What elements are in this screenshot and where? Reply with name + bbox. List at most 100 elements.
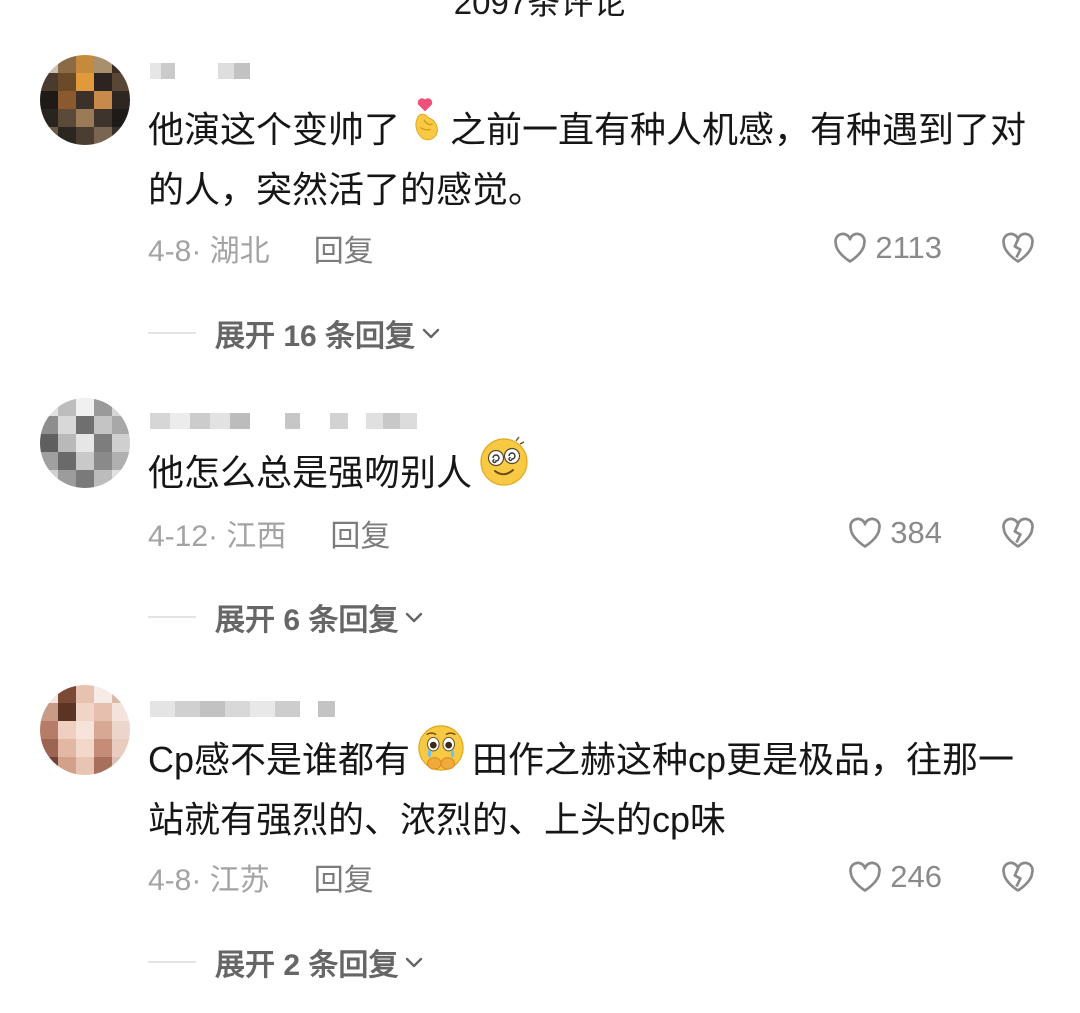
avatar[interactable] (40, 398, 130, 488)
chevron-down-icon (406, 957, 423, 968)
like-button[interactable]: 246 (846, 857, 942, 897)
avatar-mosaic-cell (112, 470, 130, 488)
avatar-mosaic-cell (58, 721, 76, 739)
dislike-button[interactable] (999, 228, 1039, 268)
avatar-mosaic-cell (40, 127, 58, 145)
comment-text-segment: Cp感不是谁都有 (148, 739, 411, 780)
comment-meta: 4-8· 湖北 回复 (148, 228, 374, 268)
username-redacted[interactable] (150, 412, 417, 430)
heart-outline-icon (834, 232, 867, 263)
divider (148, 961, 196, 963)
expand-replies-button[interactable]: 展开 16 条回复 (148, 313, 443, 353)
avatar-mosaic-cell (58, 739, 76, 757)
like-count: 246 (890, 859, 942, 894)
avatar-mosaic-cell (40, 757, 58, 775)
avatar-mosaic-cell (76, 398, 94, 416)
avatar-mosaic-cell (112, 416, 130, 434)
avatar-mosaic-cell (58, 703, 76, 721)
chevron-down-icon (422, 328, 440, 339)
username-redacted[interactable] (150, 62, 250, 80)
comment-text-segment: 他演这个变帅了 (148, 109, 401, 150)
dizzy-eyes-face-emoji (478, 435, 530, 505)
expand-replies-button[interactable]: 展开 2 条回复 (148, 942, 426, 982)
avatar-mosaic-cell (94, 91, 112, 109)
avatar-mosaic-cell (58, 73, 76, 91)
expand-replies-label: 展开 16 条回复 (215, 320, 416, 353)
avatar-mosaic-cell (40, 416, 58, 434)
like-count: 2113 (875, 230, 942, 265)
avatar-mosaic-cell (112, 703, 130, 721)
divider (148, 616, 196, 618)
username-redacted[interactable] (150, 700, 335, 718)
avatar-mosaic-cell (58, 416, 76, 434)
dislike-button[interactable] (999, 513, 1039, 553)
avatar-mosaic-cell (94, 398, 112, 416)
expand-replies-label: 展开 6 条回复 (215, 604, 399, 637)
avatar-mosaic-cell (76, 757, 94, 775)
date-location: 4-12· 江西 (148, 520, 287, 553)
avatar[interactable] (40, 685, 130, 775)
avatar-mosaic-cell (112, 721, 130, 739)
comment-meta: 4-8· 江苏 回复 (148, 857, 374, 897)
avatar-mosaic-cell (94, 721, 112, 739)
avatar-mosaic-cell (40, 685, 58, 703)
date-location: 4-8· 江苏 (148, 864, 270, 897)
expand-replies-button[interactable]: 展开 6 条回复 (148, 597, 426, 637)
broken-heart-icon (1002, 861, 1034, 892)
avatar-mosaic-cell (94, 757, 112, 775)
avatar-mosaic-cell (94, 73, 112, 91)
comment-text-segment: 的人，突然活了的感觉。 (148, 169, 545, 210)
broken-heart-icon (1002, 517, 1034, 548)
avatar-mosaic-cell (76, 109, 94, 127)
avatar-mosaic-cell (58, 685, 76, 703)
reply-button[interactable]: 回复 (314, 855, 374, 899)
avatar-mosaic-cell (40, 721, 58, 739)
avatar-mosaic-cell (94, 55, 112, 73)
avatar-mosaic-cell (112, 109, 130, 127)
avatar-mosaic-cell (76, 127, 94, 145)
avatar-mosaic-cell (58, 91, 76, 109)
comment-text-segment: 田作之赫这种cp更是极品，往那一 (472, 739, 1015, 780)
comment-item: 他怎么总是强吻别人 4-12· 江西 回复 384 展开 6 条回复 (0, 395, 1080, 715)
avatar-mosaic-cell (112, 739, 130, 757)
comment-text-segment: 站就有强烈的、浓烈的、上头的cp味 (148, 799, 727, 840)
avatar-mosaic-cell (40, 109, 58, 127)
date-location: 4-8· 湖北 (148, 235, 270, 268)
heart-outline-icon (849, 861, 882, 892)
avatar-mosaic-cell (94, 109, 112, 127)
avatar-mosaic-cell (40, 55, 58, 73)
avatar[interactable] (40, 55, 130, 145)
avatar-mosaic-cell (76, 739, 94, 757)
like-button[interactable]: 384 (846, 513, 942, 553)
chevron-down-icon (406, 612, 423, 623)
like-button[interactable]: 2113 (831, 228, 942, 268)
avatar-mosaic-cell (40, 91, 58, 109)
avatar-mosaic-cell (76, 55, 94, 73)
avatar-mosaic-cell (76, 416, 94, 434)
avatar-mosaic-cell (112, 127, 130, 145)
avatar-mosaic-cell (112, 452, 130, 470)
avatar-mosaic-cell (112, 91, 130, 109)
avatar-mosaic-cell (40, 398, 58, 416)
avatar-mosaic-cell (40, 739, 58, 757)
avatar-mosaic-cell (58, 55, 76, 73)
avatar-mosaic-cell (40, 703, 58, 721)
reply-button[interactable]: 回复 (330, 511, 390, 555)
avatar-mosaic-cell (112, 757, 130, 775)
avatar-mosaic-cell (76, 721, 94, 739)
comment-item: Cp感不是谁都有 田作之赫这种cp更是极品，往那一 站就有强烈的、浓烈的、上头的… (0, 680, 1080, 1000)
like-count: 384 (890, 515, 942, 550)
avatar-mosaic-cell (58, 109, 76, 127)
avatar-mosaic-cell (76, 703, 94, 721)
avatar-mosaic-cell (94, 470, 112, 488)
dislike-button[interactable] (999, 857, 1039, 897)
comment-text: Cp感不是谁都有 田作之赫这种cp更是极品，往那一 站就有强烈的、浓烈的、上头的… (148, 725, 1015, 850)
comment-text-segment: 他怎么总是强吻别人 (148, 452, 473, 493)
avatar-mosaic-cell (40, 452, 58, 470)
avatar-mosaic-cell (58, 452, 76, 470)
reply-button[interactable]: 回复 (314, 226, 374, 270)
avatar-mosaic-cell (112, 73, 130, 91)
avatar-mosaic-cell (76, 91, 94, 109)
avatar-mosaic-cell (94, 434, 112, 452)
comment-text: 他演这个变帅了 之前一直有种人机感，有种遇到了对 的人，突然活了的感觉。 (148, 98, 1026, 220)
